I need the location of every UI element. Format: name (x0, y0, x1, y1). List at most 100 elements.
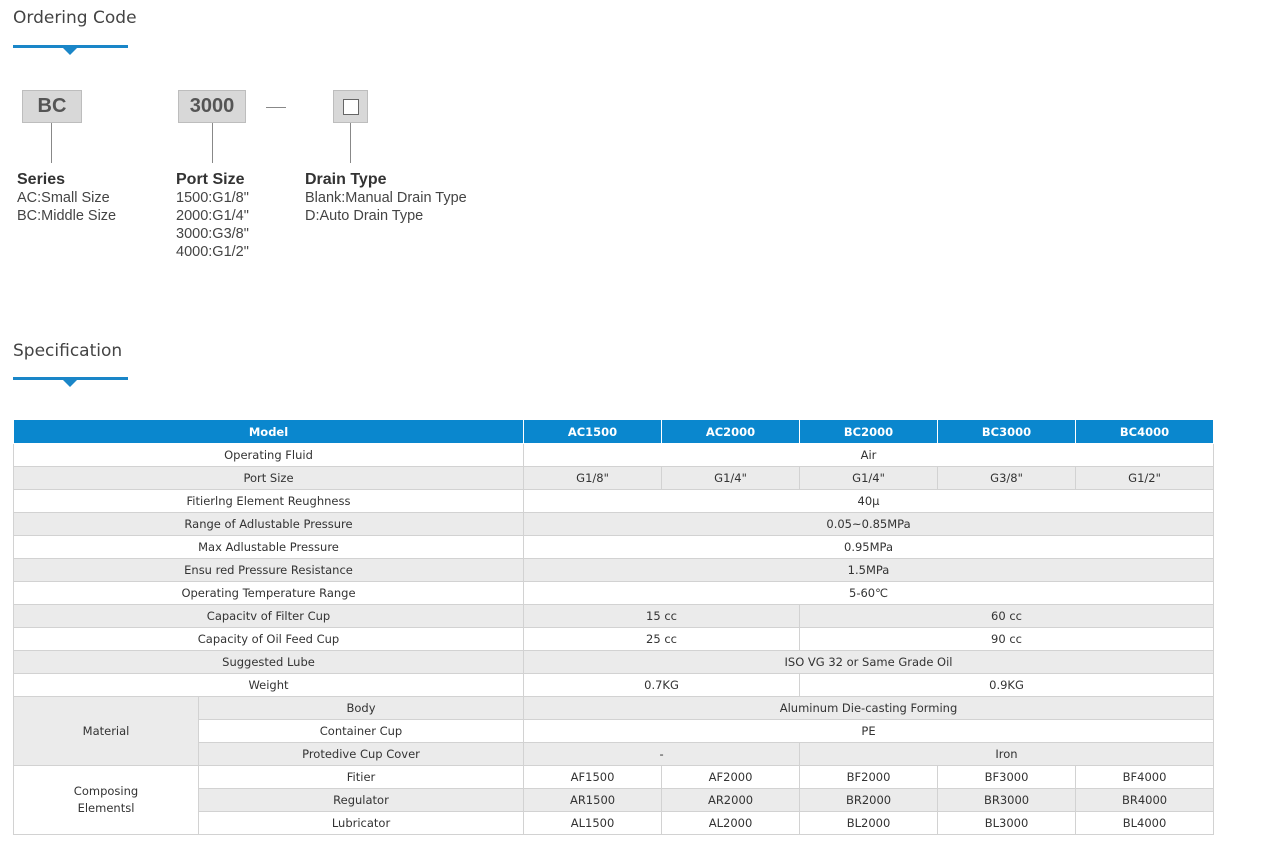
row-value: BL2000 (799, 811, 939, 835)
row-value: AF2000 (661, 765, 801, 789)
row-label: Weight (12, 673, 525, 697)
drain-option: Blank:Manual Drain Type (305, 190, 467, 206)
row-value: 0.9KG (799, 673, 1215, 697)
series-option: BC:Middle Size (17, 208, 117, 224)
table-row: Max Adlustable Pressure 0.95MPa (12, 535, 1215, 559)
row-value: BL3000 (937, 811, 1077, 835)
table-row: Ensu red Pressure Resistance 1.5MPa (12, 558, 1215, 582)
model-header: Model (12, 419, 525, 444)
row-value: BR2000 (799, 788, 939, 812)
row-value: 15 cc (523, 604, 801, 628)
port-group: Port Size 1500:G1/8" 2000:G1/4" 3000:G3/… (176, 170, 249, 261)
drain-option: D:Auto Drain Type (305, 208, 424, 224)
table-row: Operating Temperature Range 5-60℃ (12, 581, 1215, 605)
row-value: Iron (799, 742, 1215, 766)
row-value: PE (523, 719, 1215, 743)
row-label: Protedive Cup Cover (197, 742, 525, 766)
series-code-box: BC (22, 90, 82, 123)
model-column-header: BC2000 (799, 419, 939, 444)
row-label: Capacitv of Filter Cup (12, 604, 525, 628)
material-group-label: Material (13, 696, 199, 766)
empty-square-icon (342, 98, 359, 115)
row-value: 0.95MPa (523, 535, 1215, 559)
port-group-title: Port Size (176, 171, 245, 188)
row-value: Air (523, 443, 1215, 467)
table-header-row: Model AC1500 AC2000 BC2000 BC3000 BC4000 (12, 419, 1215, 444)
specification-underline (13, 377, 128, 387)
model-column-header: AC1500 (523, 419, 663, 444)
row-label: Max Adlustable Pressure (12, 535, 525, 559)
series-option: AC:Small Size (17, 190, 110, 206)
row-value: AL2000 (661, 811, 801, 835)
table-row: Operating Fluid Air (12, 443, 1215, 467)
series-group: Series AC:Small Size BC:Middle Size (17, 170, 116, 225)
down-arrow-icon (63, 48, 77, 55)
drain-group: Drain Type Blank:Manual Drain Type D:Aut… (305, 170, 467, 225)
table-row: Capacity of Oil Feed Cup 25 cc 90 cc (12, 627, 1215, 651)
port-code-box: 3000 (178, 90, 246, 123)
table-row: Suggested Lube ISO VG 32 or Same Grade O… (12, 650, 1215, 674)
series-group-title: Series (17, 171, 66, 188)
table-row: Material Body Aluminum Die-casting Formi… (13, 696, 1215, 766)
row-value: AR1500 (523, 788, 663, 812)
row-value: 40μ (523, 489, 1215, 513)
composing-label-line: Composing (73, 784, 139, 798)
model-column-header: AC2000 (661, 419, 801, 444)
row-value: 25 cc (523, 627, 801, 651)
model-column-header: BC3000 (937, 419, 1077, 444)
port-connector (212, 123, 213, 163)
row-value: G3/8" (937, 466, 1077, 490)
table-row: Weight 0.7KG 0.9KG (12, 673, 1215, 697)
row-value: BR3000 (937, 788, 1077, 812)
port-option: 2000:G1/4" (176, 208, 249, 224)
row-value: BF2000 (799, 765, 939, 789)
row-value: G1/4" (799, 466, 939, 490)
down-arrow-icon (63, 380, 77, 387)
row-value: 0.7KG (523, 673, 801, 697)
row-value: AF1500 (523, 765, 663, 789)
specification-title: Specification (13, 341, 123, 361)
row-value: 60 cc (799, 604, 1215, 628)
row-label: Fitierlng Element Reughness (12, 489, 525, 513)
drain-group-title: Drain Type (305, 171, 387, 188)
row-value: AL1500 (523, 811, 663, 835)
row-value: BF3000 (937, 765, 1077, 789)
row-value: - (523, 742, 801, 766)
row-value: G1/8" (523, 466, 663, 490)
row-label: Operating Fluid (12, 443, 525, 467)
drain-connector (350, 123, 351, 163)
row-label: Body (197, 696, 525, 720)
row-value: 0.05~0.85MPa (523, 512, 1215, 536)
table-row: Port Size G1/8" G1/4" G1/4" G3/8" G1/2" (12, 466, 1215, 490)
row-value: G1/2" (1075, 466, 1215, 490)
row-label: Regulator (197, 788, 525, 812)
composing-group-label: Composing Elementsl (13, 765, 199, 835)
table-row: Capacitv of Filter Cup 15 cc 60 cc (12, 604, 1215, 628)
table-row: Composing Elementsl Fitier AF1500 AF2000… (13, 765, 1215, 835)
model-column-header: BC4000 (1075, 419, 1215, 444)
drain-code-box (333, 90, 368, 123)
row-value: Aluminum Die-casting Forming (523, 696, 1215, 720)
port-option: 3000:G3/8" (176, 226, 249, 242)
row-label: Lubricator (197, 811, 525, 835)
port-option: 4000:G1/2" (176, 244, 249, 260)
row-label: Operating Temperature Range (12, 581, 525, 605)
specification-table: Model AC1500 AC2000 BC2000 BC3000 BC4000… (12, 419, 1215, 835)
row-value: BR4000 (1075, 788, 1215, 812)
ordering-code-underline (13, 45, 128, 55)
series-connector (51, 123, 52, 163)
row-label: Container Cup (197, 719, 525, 743)
row-label: Port Size (12, 466, 525, 490)
ordering-code-title: Ordering Code (13, 8, 137, 28)
row-value: BF4000 (1075, 765, 1215, 789)
composing-label-line: Elementsl (77, 801, 135, 815)
row-label: Ensu red Pressure Resistance (12, 558, 525, 582)
row-value: ISO VG 32 or Same Grade Oil (523, 650, 1215, 674)
table-row: Range of Adlustable Pressure 0.05~0.85MP… (12, 512, 1215, 536)
row-value: 1.5MPa (523, 558, 1215, 582)
code-separator-dash (266, 107, 286, 108)
row-value: 90 cc (799, 627, 1215, 651)
row-value: G1/4" (661, 466, 801, 490)
row-value: BL4000 (1075, 811, 1215, 835)
row-label: Suggested Lube (12, 650, 525, 674)
